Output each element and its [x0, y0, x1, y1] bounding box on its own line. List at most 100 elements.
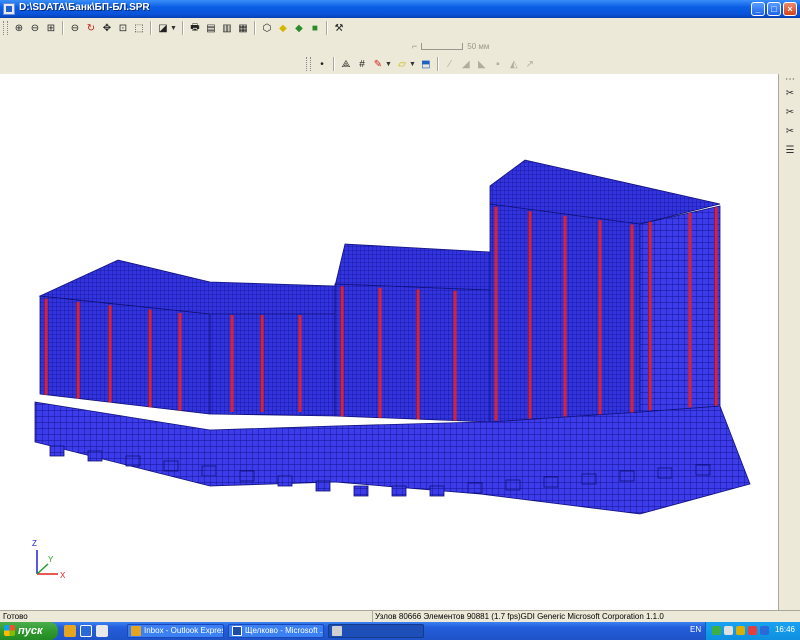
toolbar-separator: [436, 57, 439, 71]
filter-icon[interactable]: ☰: [782, 143, 798, 159]
print-icon[interactable]: 🖶: [188, 21, 202, 35]
tower-side: [639, 205, 721, 413]
start-button[interactable]: пуск: [0, 622, 58, 640]
language-indicator[interactable]: EN: [690, 625, 701, 634]
toolbar-grip: [3, 21, 8, 35]
minimize-button[interactable]: _: [751, 2, 765, 16]
zoom-out-icon[interactable]: ⊖: [28, 21, 42, 35]
shaded-cube-green-icon[interactable]: ◆: [292, 21, 306, 35]
footing-block: [543, 476, 559, 488]
close-button[interactable]: ×: [783, 2, 797, 16]
ie-quicklaunch-icon[interactable]: [80, 625, 92, 637]
pencil-red-icon[interactable]: ✎: [371, 57, 385, 71]
task-word[interactable]: Щелково - Microsoft ...: [228, 624, 324, 638]
desktop-quicklaunch-icon[interactable]: [96, 625, 108, 637]
outlook-quicklaunch-icon[interactable]: [64, 625, 76, 637]
footing-block: [315, 480, 331, 492]
tray-icon-4[interactable]: [748, 626, 757, 635]
pan-icon[interactable]: ✥: [100, 21, 114, 35]
disabled-tool-4-icon: ▪: [496, 58, 500, 70]
z-axis-label: Z: [32, 539, 37, 548]
export-icon[interactable]: ▦: [236, 21, 250, 35]
status-model-info: Узлов 80666 Элементов 90881 (1.7 fps)GDI…: [375, 612, 664, 621]
tools-icon[interactable]: ⚒: [332, 21, 346, 35]
zoom-prev-icon[interactable]: ⊖: [68, 21, 82, 35]
building-model: Z Y X: [32, 159, 751, 580]
dropdown-arrow-icon[interactable]: ▼: [385, 61, 392, 68]
document-icon[interactable]: ▥: [220, 21, 234, 35]
disabled-tool-3-icon: ◣: [478, 58, 486, 70]
toolbar-separator: [150, 21, 152, 35]
disabled-tool-2-icon: ◢: [462, 58, 470, 70]
axis-triad: Z Y X: [32, 539, 66, 580]
system-tray: 16:46: [705, 622, 800, 640]
truss-icon[interactable]: ⟁: [339, 57, 353, 71]
status-ready: Готово: [3, 612, 28, 621]
footing-block: [467, 482, 483, 494]
start-label: пуск: [18, 625, 43, 637]
tray-icon-2[interactable]: [724, 626, 733, 635]
footing-block: [429, 485, 445, 497]
print-preview-icon[interactable]: ▤: [204, 21, 218, 35]
task-outlook-label: Inbox - Outlook Express: [144, 626, 224, 635]
edit-toolbar: • ⟁ # ✎ ▼ ▱ ▼ ⬒ ⁄ ◢ ◣ ▪ ◭ ↗: [306, 55, 538, 73]
projection-icon[interactable]: ◪: [156, 21, 170, 35]
footing-block: [163, 460, 179, 472]
task-active-app[interactable]: [328, 624, 424, 638]
wireframe-cube-icon[interactable]: ⬡: [260, 21, 274, 35]
disabled-cut-icon: ✂: [785, 126, 795, 137]
toolbar-grip: [306, 57, 311, 71]
plate-yellow-icon[interactable]: ▱: [395, 57, 409, 71]
scale-bar: [421, 42, 464, 50]
windows-logo-icon: [4, 625, 15, 636]
taskbar: пуск Inbox - Outlook Express Щелково - M…: [0, 622, 800, 640]
solid-cube-icon[interactable]: ■: [308, 21, 322, 35]
model-viewport[interactable]: Z Y X: [0, 74, 778, 610]
word-icon: [232, 626, 242, 636]
right-toolbar: ⋯ ✂ ✂ ✂ ☰: [778, 74, 800, 610]
y-axis: [36, 563, 49, 575]
dropdown-arrow-icon[interactable]: ▼: [409, 61, 416, 68]
shaded-cube-yellow-icon[interactable]: ◆: [276, 21, 290, 35]
left-wing-front: [39, 295, 211, 415]
load-icon[interactable]: ⬒: [419, 57, 433, 71]
dropdown-arrow-icon[interactable]: ▼: [170, 25, 177, 32]
footing-block: [353, 485, 369, 497]
grid-icon[interactable]: #: [355, 57, 369, 71]
cut-section-icon[interactable]: ✂: [782, 105, 798, 121]
curved-wing-front: [209, 313, 336, 417]
toolbar-separator: [62, 21, 64, 35]
toolbar-separator: [181, 21, 184, 35]
x-axis-label: X: [60, 571, 66, 580]
clock: 16:46: [774, 625, 795, 634]
footing-block: [391, 485, 407, 497]
outlook-icon: [131, 626, 141, 636]
tray-icon-1[interactable]: [712, 626, 721, 635]
footing-block: [87, 450, 103, 462]
node-icon[interactable]: •: [315, 57, 329, 71]
tray-icon-3[interactable]: [736, 626, 745, 635]
footing-block: [695, 464, 711, 476]
rotate-icon[interactable]: ↻: [84, 21, 98, 35]
footing-block: [201, 465, 217, 477]
app-task-icon: [332, 626, 342, 636]
footing-block: [619, 470, 635, 482]
tray-icon-5[interactable]: [760, 626, 769, 635]
title-bar: D:\SDATA\Банк\БП-БЛ.SPR _ □ ×: [0, 0, 800, 18]
app-icon[interactable]: [3, 3, 15, 15]
fit-icon[interactable]: ⊡: [116, 21, 130, 35]
maximize-button[interactable]: □: [767, 2, 781, 16]
cut-icon[interactable]: ✂: [782, 86, 798, 102]
zoom-window-icon[interactable]: ⊞: [44, 21, 58, 35]
scale-label: 50 мм: [467, 41, 490, 51]
toolbar-separator: [253, 21, 256, 35]
footing-block: [505, 479, 521, 491]
footing-block: [657, 467, 673, 479]
scale-indicator: ⌐ 50 мм: [412, 41, 490, 51]
footing-block: [581, 473, 597, 485]
disabled-tool-1-icon: ⁄: [449, 58, 451, 70]
zoom-in-icon[interactable]: ⊕: [12, 21, 26, 35]
task-outlook[interactable]: Inbox - Outlook Express: [127, 624, 224, 638]
toolbar-separator: [325, 21, 328, 35]
view-icon[interactable]: ⬚: [132, 21, 146, 35]
